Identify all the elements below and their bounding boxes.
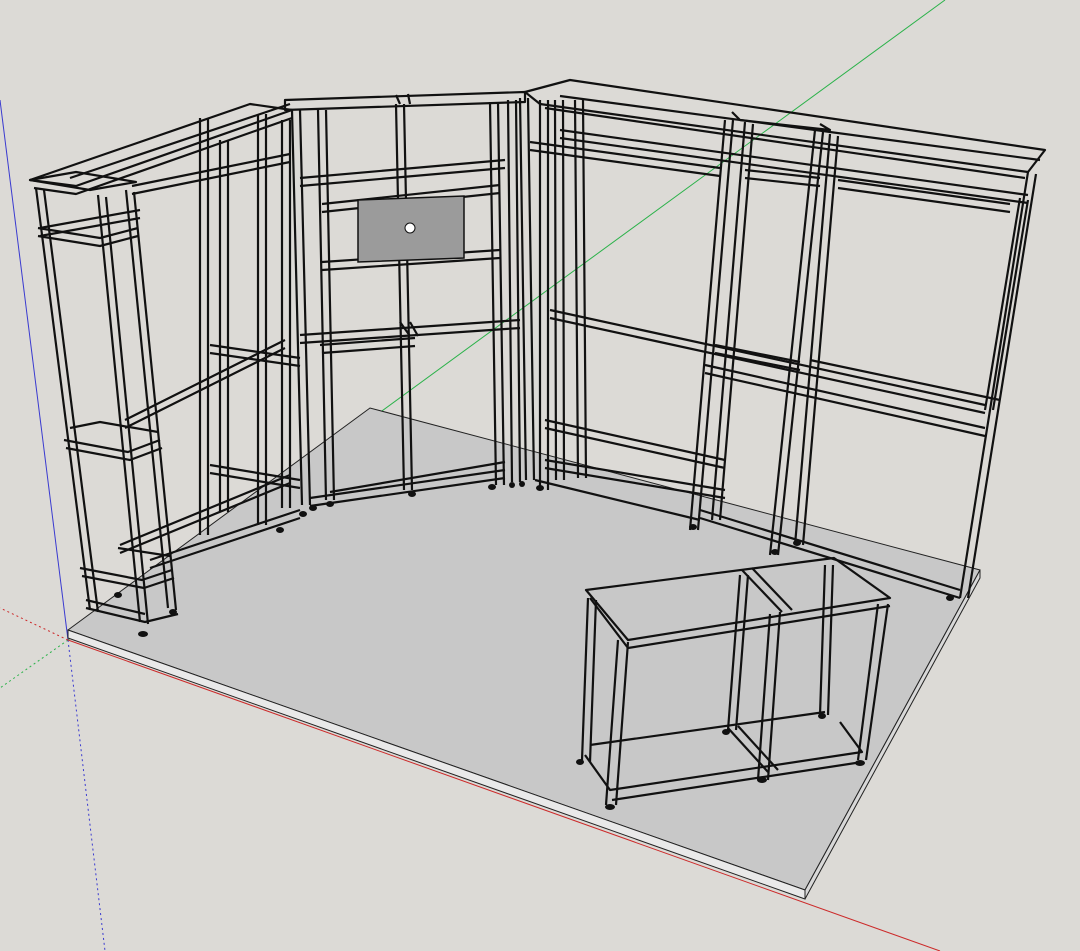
model-canvas[interactable] (0, 0, 1080, 951)
panel-knob-icon (404, 222, 416, 234)
floor-platform[interactable] (66, 407, 981, 900)
display-panel[interactable] (357, 195, 465, 263)
blue-axis-dotted (67, 639, 106, 951)
model-viewport[interactable] (0, 0, 1080, 951)
floor-top (66, 407, 981, 891)
green-axis-dotted (0, 639, 69, 689)
red-axis-dotted (0, 607, 69, 641)
